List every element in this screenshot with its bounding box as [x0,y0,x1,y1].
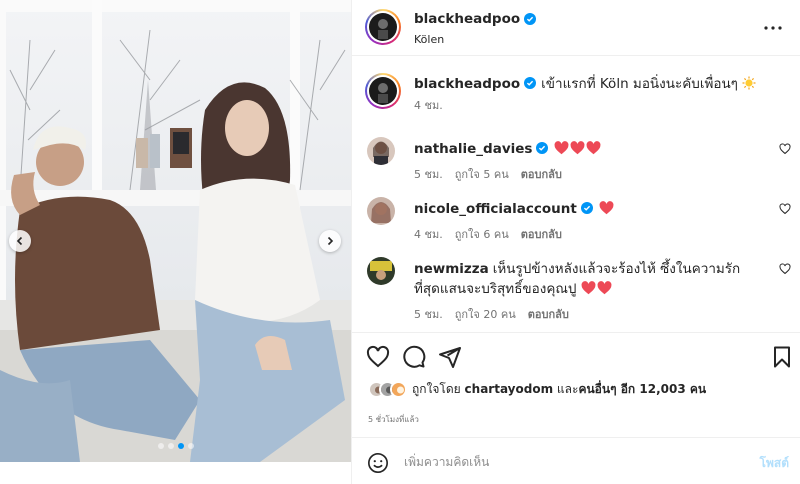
red-heart-emoji-icon [597,281,612,295]
carousel-dot [167,443,174,449]
comment-username[interactable]: newmizza [414,261,489,277]
liked-by-text: ถูกใจโดย chartayodom และคนอื่นๆ อีก 12,0… [412,380,706,399]
previous-photo-button[interactable] [9,230,31,252]
comment-time: 5 ชม. [414,168,443,181]
red-heart-emoji-icon [599,201,614,215]
post-comment-button[interactable]: โพสต์ [760,454,789,473]
verified-badge-icon [524,13,537,25]
liked-by-and: และ [556,382,579,396]
comment-likes-count[interactable]: ถูกใจ 5 คน [455,165,509,185]
liked-by-others[interactable]: คนอื่นๆ อีก 12,003 คน [578,382,706,396]
chevron-left-icon [16,236,23,246]
carousel-dot-active [177,443,184,449]
reply-button[interactable]: ตอบกลับ [528,305,569,325]
post-header: blackheadpoo Kölen [352,0,800,56]
comment-hearts [599,201,615,217]
liked-by-row: ถูกใจโดย chartayodom และคนอื่นๆ อีก 12,0… [368,380,706,399]
carousel-dot [187,443,194,449]
next-photo-button[interactable] [319,230,341,252]
smiley-icon[interactable] [367,452,389,474]
verified-badge-icon [536,142,549,154]
comment-hearts [554,141,602,157]
photo-image [0,0,351,462]
caption-text: เข้าแรกที่ Köln มอนิ่งนะคับเพื่อนๆ [541,76,738,92]
more-horizontal-icon [764,26,782,30]
bookmark-icon[interactable] [770,345,794,369]
red-heart-emoji-icon [554,141,569,155]
add-comment-bar: โพสต์ [352,437,800,484]
sun-emoji-icon [742,76,756,90]
liker-avatar [390,381,407,398]
commenter-avatar[interactable] [367,257,395,285]
post-location[interactable]: Kölen [414,33,444,46]
more-options-button[interactable] [761,16,785,40]
post-caption: blackheadpoo เข้าแรกที่ Köln มอนิ่งนะคับเ… [414,75,784,115]
comment-time: 4 ชม. [414,228,443,241]
carousel-dot [157,443,164,449]
liked-by-user[interactable]: chartayodom [465,382,554,396]
commenter-avatar[interactable] [367,137,395,165]
instagram-post: blackheadpoo Kölen blackheadpoo เข้าแรกที… [0,0,800,484]
commenter-avatar[interactable] [367,197,395,225]
caption-author-avatar [369,77,397,105]
red-heart-emoji-icon [570,141,585,155]
comment-bubble-icon[interactable] [402,345,426,369]
post-timestamp[interactable]: 5 ชั่วโมงที่แล้ว [368,413,419,426]
author-avatar [369,13,397,41]
comment-time: 5 ชม. [414,308,443,321]
like-comment-heart-icon[interactable] [779,143,791,155]
post-panel: blackheadpoo Kölen blackheadpoo เข้าแรกที… [351,0,800,484]
comment-username[interactable]: nicole_officialaccount [414,201,577,217]
author-story-ring[interactable] [365,9,401,45]
author-username[interactable]: blackheadpoo [414,11,520,27]
comment-body: newmizza เห็นรูปข้างหลังแล้วจะร้องไห้ ซึ้… [414,259,766,325]
paper-plane-icon[interactable] [438,345,462,369]
comment-body: nicole_officialaccount 4 ชม. ถูกใจ 6 คน … [414,199,766,245]
like-comment-heart-icon[interactable] [779,203,791,215]
heart-icon[interactable] [366,345,390,369]
chevron-right-icon [327,236,334,246]
reply-button[interactable]: ตอบกลับ [521,165,562,185]
reply-button[interactable]: ตอบกลับ [521,225,562,245]
author-name-row: blackheadpoo [414,11,537,27]
post-photo[interactable] [0,0,351,462]
caption-username[interactable]: blackheadpoo [414,76,520,92]
carousel-dots [0,443,351,449]
like-comment-heart-icon[interactable] [779,263,791,275]
verified-badge-icon [524,77,537,89]
comment-likes-count[interactable]: ถูกใจ 6 คน [455,225,509,245]
caption-time: 4 ชม. [414,99,443,112]
comments-list: blackheadpoo เข้าแรกที่ Köln มอนิ่งนะคับเ… [352,57,800,332]
post-actions: ถูกใจโดย chartayodom และคนอื่นๆ อีก 12,0… [352,332,800,432]
liked-by-prefix: ถูกใจโดย [412,382,461,396]
verified-badge-icon [580,202,593,214]
caption-author-story-ring[interactable] [365,73,401,109]
red-heart-emoji-icon [586,141,601,155]
comment-body: nathalie_davies 5 ชม. ถูกใจ 5 คน ตอบกลับ [414,139,766,185]
comment-hearts [581,281,613,297]
comment-likes-count[interactable]: ถูกใจ 20 คน [455,305,516,325]
red-heart-emoji-icon [581,281,596,295]
comment-input[interactable] [404,450,744,474]
comment-username[interactable]: nathalie_davies [414,141,532,157]
